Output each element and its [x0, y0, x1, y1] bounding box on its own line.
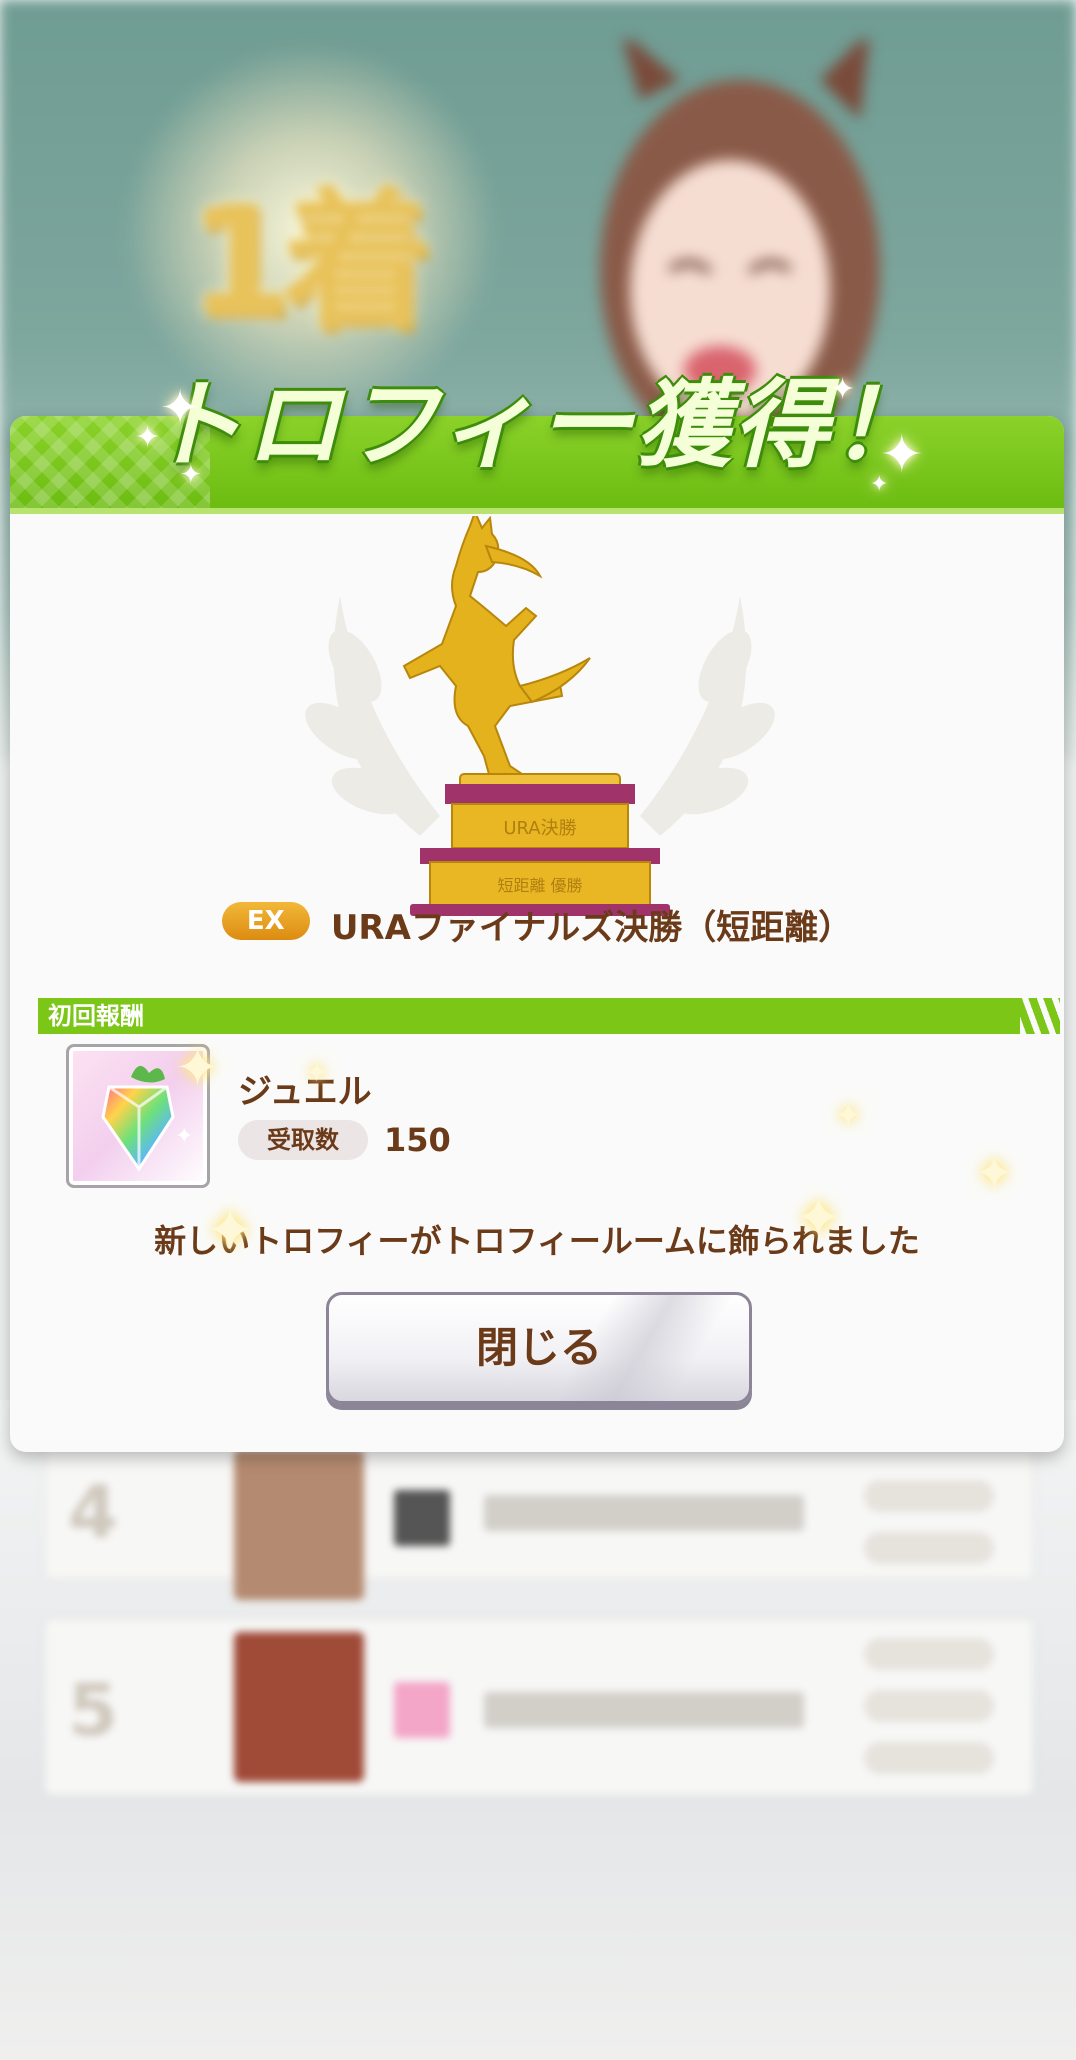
svg-text:✦: ✦ — [175, 1124, 193, 1149]
close-button[interactable]: 閉じる — [326, 1292, 752, 1404]
trophy-name: URAファイナルズ決勝（短距離） — [330, 908, 853, 948]
background-row: 4 — [44, 1440, 1034, 1600]
svg-text:短距離 優勝: 短距離 優勝 — [497, 876, 582, 895]
sparkle-icon: ✦ — [175, 1036, 221, 1099]
trophy-room-notice: 新しいトロフィーがトロフィールームに飾られました — [154, 1222, 920, 1260]
sparkle-icon: ✦ — [870, 472, 889, 497]
sparkle-icon: ✦ — [135, 420, 161, 455]
background-rank-emblem: 1着 — [187, 175, 432, 349]
sparkle-icon: ✦ — [160, 380, 201, 436]
background-row: 5 — [44, 1618, 1034, 1796]
trophy-icon: URA決勝 短距離 優勝 — [305, 516, 775, 916]
sparkle-icon: ✦ — [830, 372, 856, 407]
quantity-value: 150 — [384, 1121, 451, 1159]
quantity-label: 受取数 — [238, 1120, 368, 1160]
sparkle-icon: ✦ — [795, 1186, 842, 1251]
reward-section-label: 初回報酬 — [48, 1002, 144, 1030]
reward-section-header: 初回報酬 — [38, 998, 1060, 1034]
sparkle-icon: ✦ — [205, 1196, 256, 1266]
close-button-label: 閉じる — [475, 1323, 602, 1372]
trophy-dialog: URA決勝 短距離 優勝 ✦ ✦ ✦ ✦ ✦ ✦ EX URAファイナルズ決勝（… — [10, 416, 1064, 1452]
svg-text:URA決勝: URA決勝 — [503, 818, 576, 839]
sparkle-icon: ✦ — [835, 1096, 862, 1134]
trophy-display: URA決勝 短距離 優勝 ✦ ✦ ✦ ✦ ✦ ✦ — [10, 516, 1064, 1266]
ex-badge: EX — [221, 901, 310, 940]
trophy-name-row: EX URAファイナルズ決勝（短距離） — [10, 900, 1064, 960]
sparkle-icon: ✦ — [305, 1056, 329, 1089]
sparkle-icon: ✦ — [975, 1146, 1014, 1200]
sparkle-icon: ✦ — [180, 460, 202, 490]
